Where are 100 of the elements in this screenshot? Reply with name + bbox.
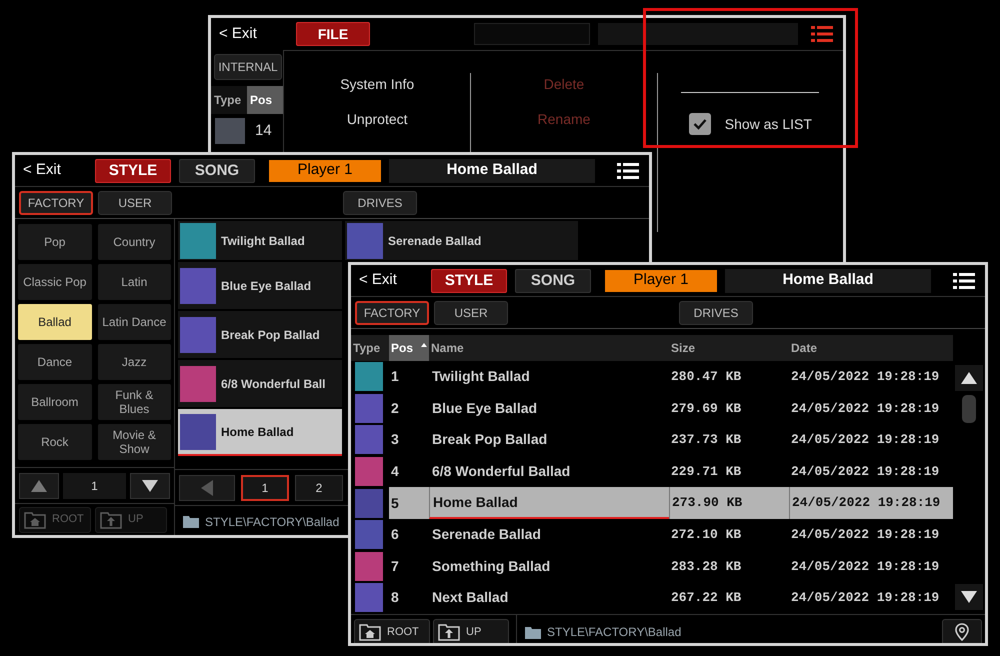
folder-icon <box>525 626 541 639</box>
menu-item[interactable]: System Info <box>340 73 414 95</box>
category-folder[interactable]: Latin <box>98 264 171 300</box>
column-header[interactable]: Type <box>211 86 247 114</box>
drives-button[interactable]: DRIVES <box>343 190 417 214</box>
table-row[interactable]: 5 Home Ballad 273.90 KB 24/05/2022 19:28:19 <box>351 487 953 519</box>
exit-link[interactable]: < Exit <box>15 159 87 182</box>
table-cell-text: Something Ballad <box>431 556 552 576</box>
folder-icon <box>183 515 199 528</box>
tab[interactable]: SONG <box>179 158 255 182</box>
folder-path: STYLE\FACTORY\Ballad <box>547 624 682 642</box>
column-header[interactable]: Size <box>669 335 789 361</box>
scrollbar-thumb[interactable] <box>962 395 976 423</box>
source-button[interactable]: FACTORY <box>355 300 429 324</box>
table-cell-text: Break Pop Ballad <box>431 430 548 450</box>
table-cell-text: Next Ballad <box>431 588 510 608</box>
category-folder[interactable]: Funk & Blues <box>98 384 171 420</box>
category-folder[interactable]: Latin Dance <box>98 304 171 340</box>
category-folder[interactable]: Rock <box>18 424 92 460</box>
table-cell-text: 24/05/2022 19:28:19 <box>790 526 940 544</box>
column-header[interactable]: Name <box>429 335 669 361</box>
source-button[interactable]: FACTORY <box>19 190 93 214</box>
source-button[interactable]: USER <box>434 300 508 324</box>
table-cell-text: 1 <box>390 367 400 386</box>
category-folder[interactable]: Ballad <box>18 304 92 340</box>
column-header[interactable]: Type <box>351 335 389 361</box>
table-cell-text: 24/05/2022 19:28:19 <box>790 589 940 608</box>
table-cell-text: 24/05/2022 19:28:19 <box>790 400 940 418</box>
current-style-field: Home Ballad <box>725 268 931 292</box>
scroll-down-button[interactable] <box>955 584 983 610</box>
table-cell-text: 237.73 KB <box>670 431 742 450</box>
style-item[interactable]: Break Pop Ballad <box>178 311 342 358</box>
table-cell-text: Twilight Ballad <box>431 367 531 386</box>
page-button[interactable]: 2 <box>295 474 343 500</box>
table-row[interactable]: 7 Something Ballad 283.28 KB 24/05/2022 19:28:19 <box>351 550 953 582</box>
scroll-up-button[interactable] <box>955 365 983 391</box>
category-folder[interactable]: Dance <box>18 344 92 380</box>
table-cell: 24/05/2022 19:28:19 <box>789 487 953 519</box>
checkbox-label: Show as LIST <box>724 114 812 134</box>
menu-item[interactable]: Unprotect <box>346 108 408 130</box>
table-cell: Home Ballad <box>429 487 669 519</box>
menu-icon[interactable] <box>617 162 639 178</box>
tab[interactable]: STYLE <box>431 268 507 292</box>
folder-icon <box>100 510 122 528</box>
style-item[interactable]: Serenade Ballad <box>345 221 578 260</box>
drive-button[interactable]: INTERNAL <box>214 54 282 80</box>
exit-link[interactable]: < Exit <box>211 22 288 46</box>
column-header[interactable]: Date <box>789 335 953 361</box>
exit-link[interactable]: < Exit <box>351 269 423 292</box>
table-row[interactable]: 4 6/8 Wonderful Ballad 229.71 KB 24/05/2022 19:28:19 <box>351 456 953 488</box>
column-header[interactable]: Pos <box>389 335 429 361</box>
tab[interactable]: FILE <box>296 22 370 46</box>
category-folder[interactable]: Country <box>98 224 171 260</box>
category-folder[interactable]: Jazz <box>98 344 171 380</box>
table-cell-text: 6/8 Wonderful Ballad <box>431 462 572 482</box>
tab[interactable]: SONG <box>515 268 591 292</box>
folder-icon <box>359 623 381 642</box>
table-row[interactable]: 6 Serenade Ballad 272.10 KB 24/05/2022 19:28:19 <box>351 518 953 551</box>
style-item[interactable]: Blue Eye Ballad <box>178 262 342 309</box>
folder-icon <box>438 623 460 642</box>
up-arrow-icon <box>961 372 977 384</box>
table-cell-text: 24/05/2022 19:28:19 <box>790 558 940 576</box>
checkbox[interactable] <box>688 113 711 135</box>
style-item[interactable]: Home Ballad <box>178 409 342 456</box>
folder-button[interactable]: ROOT <box>354 619 430 643</box>
source-button[interactable]: USER <box>98 190 172 214</box>
style-item[interactable]: Twilight Ballad <box>178 221 342 260</box>
page-number: 1 <box>63 472 126 498</box>
table-row[interactable]: 8 Next Ballad 267.22 KB 24/05/2022 19:28:19 <box>351 582 953 614</box>
table-row[interactable]: 1 Twilight Ballad 280.47 KB 24/05/2022 19:28:19 <box>351 361 953 393</box>
style-item[interactable]: 6/8 Wonderful Ball <box>178 360 342 407</box>
menu-icon[interactable] <box>953 272 975 288</box>
category-folder[interactable]: Ballroom <box>18 384 92 420</box>
tab[interactable]: STYLE <box>95 158 171 182</box>
table-cell-text: 3 <box>390 430 400 450</box>
table-cell-text: 279.69 KB <box>670 400 742 418</box>
table-cell-text: 24/05/2022 19:28:19 <box>790 431 940 450</box>
down-arrow-icon <box>142 480 158 492</box>
player-label: Player 1 <box>269 160 381 182</box>
category-folder[interactable]: Pop <box>18 224 92 260</box>
table-cell-text: 4 <box>390 462 400 482</box>
page-button[interactable]: 1 <box>241 474 289 500</box>
table-cell-text: 7 <box>390 556 400 576</box>
column-header[interactable]: Pos <box>247 86 283 114</box>
folder-icon <box>24 510 46 528</box>
table-cell-text: Blue Eye Ballad <box>431 398 538 418</box>
location-pin-icon[interactable] <box>942 619 982 643</box>
folder-button[interactable]: UP <box>433 619 509 643</box>
category-folder[interactable]: Classic Pop <box>18 264 92 300</box>
table-row[interactable]: 3 Break Pop Ballad 237.73 KB 24/05/2022 19:28:19 <box>351 424 953 456</box>
table-row[interactable]: 2 Blue Eye Ballad 279.69 KB 24/05/2022 19:28:19 <box>351 392 953 424</box>
table-cell-text: 272.10 KB <box>670 526 742 544</box>
table-cell-text: 6 <box>390 525 400 544</box>
page-down-button[interactable] <box>130 472 170 498</box>
category-folder[interactable]: Movie & Show <box>98 424 171 460</box>
table-cell-text: 24/05/2022 19:28:19 <box>790 462 940 481</box>
drives-button[interactable]: DRIVES <box>679 300 753 324</box>
page-up-button[interactable] <box>19 472 59 498</box>
player-label: Player 1 <box>605 270 717 292</box>
table-cell-text: 8 <box>390 588 400 608</box>
